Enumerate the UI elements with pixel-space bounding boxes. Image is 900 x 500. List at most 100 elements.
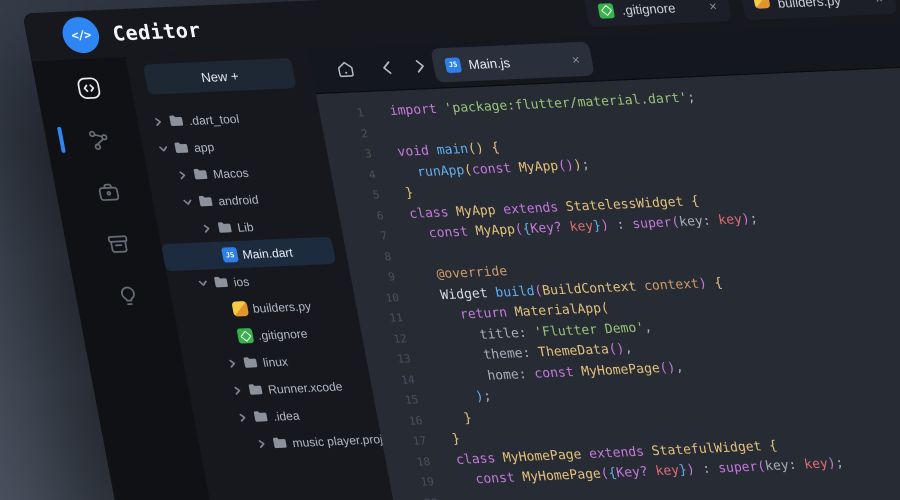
line-number: 20 (392, 493, 440, 500)
activity-item-explorer[interactable] (73, 75, 104, 102)
code-text (392, 122, 396, 142)
header-tab-builders-py[interactable]: builders.py × (740, 0, 898, 20)
python-file-icon (231, 301, 249, 317)
line-number: 10 (353, 288, 401, 310)
activity-item-archive[interactable] (103, 231, 134, 258)
activity-item-projects[interactable] (93, 179, 124, 206)
close-icon[interactable]: × (694, 0, 718, 14)
app-title: Ceditor (111, 18, 203, 46)
tree-item-label: android (217, 192, 260, 208)
code-text (415, 245, 419, 266)
tree-item-label: ios (232, 274, 250, 289)
dart-file-icon: JS (221, 247, 239, 263)
chevron-down-icon[interactable] (195, 277, 209, 290)
line-number: 13 (365, 349, 413, 371)
tab-main-js[interactable]: JS Main.js × (430, 42, 594, 83)
folder-icon (167, 113, 185, 129)
chevron-right-icon[interactable] (175, 169, 189, 182)
close-icon[interactable]: × (557, 52, 581, 68)
line-number: 8 (345, 247, 393, 269)
tab-label: Main.js (467, 55, 511, 72)
tree-item-label: Lib (236, 220, 255, 235)
header-tab-strip: .gitignore × builders.py × (584, 0, 898, 27)
line-number: 16 (376, 411, 424, 433)
spacer (204, 249, 218, 262)
app-logo-icon: </> (59, 16, 102, 54)
tree-item-label: music player.proj (291, 432, 384, 450)
tree-item-label: .idea (272, 408, 301, 423)
chevron-right-icon[interactable] (199, 222, 213, 235)
line-number: 4 (330, 165, 378, 187)
desktop-background: </> Ceditor .gitignore × builders.py × × Ne… (0, 0, 900, 500)
chevron-right-icon[interactable] (225, 357, 239, 370)
code-text: } (446, 408, 473, 430)
tree-item-label: linux (262, 354, 289, 369)
tilted-scene: </> Ceditor .gitignore × builders.py × × Ne… (10, 0, 900, 500)
chevron-right-icon[interactable] (230, 384, 244, 397)
line-number: 5 (334, 185, 382, 207)
forward-chevron-icon[interactable] (408, 56, 432, 77)
app-window: </> Ceditor .gitignore × builders.py × × Ne… (22, 0, 900, 500)
line-number: 7 (341, 226, 389, 248)
tab-label: builders.py (776, 0, 842, 10)
tab-label: .gitignore (620, 0, 676, 17)
folder-icon (192, 167, 210, 183)
code-text: ); (443, 387, 494, 410)
folder-icon (247, 382, 265, 398)
line-number: 1 (318, 103, 366, 125)
line-number: 18 (384, 452, 432, 474)
git-branch-icon (83, 127, 114, 154)
folder-icon (252, 409, 270, 425)
python-file-icon (753, 0, 772, 14)
folder-icon (271, 435, 289, 451)
line-number: 3 (326, 144, 374, 166)
folder-icon (242, 355, 260, 371)
header-tab--gitignore[interactable]: .gitignore × (584, 0, 732, 27)
home-icon[interactable] (334, 59, 358, 80)
js-file-icon: JS (444, 57, 462, 73)
tree-item-label: Main.dart (241, 245, 294, 261)
close-icon[interactable]: × (860, 0, 884, 7)
activity-item-source-control[interactable] (83, 127, 114, 154)
chevron-down-icon[interactable] (180, 196, 194, 209)
tree-item-label: Macos (212, 165, 250, 181)
line-number: 14 (369, 370, 417, 392)
line-number: 6 (338, 206, 386, 228)
folder-icon (173, 140, 191, 156)
back-chevron-icon[interactable] (376, 57, 400, 78)
editor-pane: JS Main.js × 1import 'package:flutter/ma… (307, 9, 900, 500)
tree-item-label: .gitignore (257, 326, 309, 342)
lightbulb-icon (113, 283, 144, 310)
line-number: 11 (357, 308, 405, 330)
chevron-right-icon[interactable] (254, 438, 268, 451)
spacer (215, 303, 229, 316)
tree-item-label: app (193, 140, 216, 155)
spacer (220, 330, 234, 343)
folder-icon (197, 194, 215, 210)
code-text: } (450, 430, 462, 451)
archive-box-icon (103, 231, 134, 258)
briefcase-icon (93, 179, 124, 206)
line-number: 17 (380, 431, 428, 453)
activity-item-ideas[interactable] (113, 283, 144, 310)
tree-item-label: .dart_tool (188, 111, 241, 127)
line-number: 12 (361, 329, 409, 351)
code-text (462, 491, 466, 500)
new-file-button[interactable]: New + (143, 58, 297, 95)
line-number: 15 (373, 390, 421, 412)
line-number: 9 (349, 267, 397, 289)
chevron-right-icon[interactable] (235, 411, 249, 424)
tree-item-label: Runner.xcode (267, 379, 344, 396)
line-number: 2 (322, 124, 370, 146)
chevron-down-icon[interactable] (156, 143, 170, 156)
code-area[interactable]: 1import 'package:flutter/material.dart';… (316, 53, 900, 500)
gitignore-file-icon (236, 328, 254, 344)
chevron-right-icon[interactable] (151, 116, 165, 129)
folder-icon (212, 275, 230, 291)
code-panel-icon (73, 75, 104, 102)
line-number: 19 (388, 472, 436, 494)
folder-icon (216, 220, 234, 236)
active-indicator (57, 127, 66, 153)
code-text: } (404, 184, 416, 205)
gitignore-file-icon (597, 1, 615, 20)
